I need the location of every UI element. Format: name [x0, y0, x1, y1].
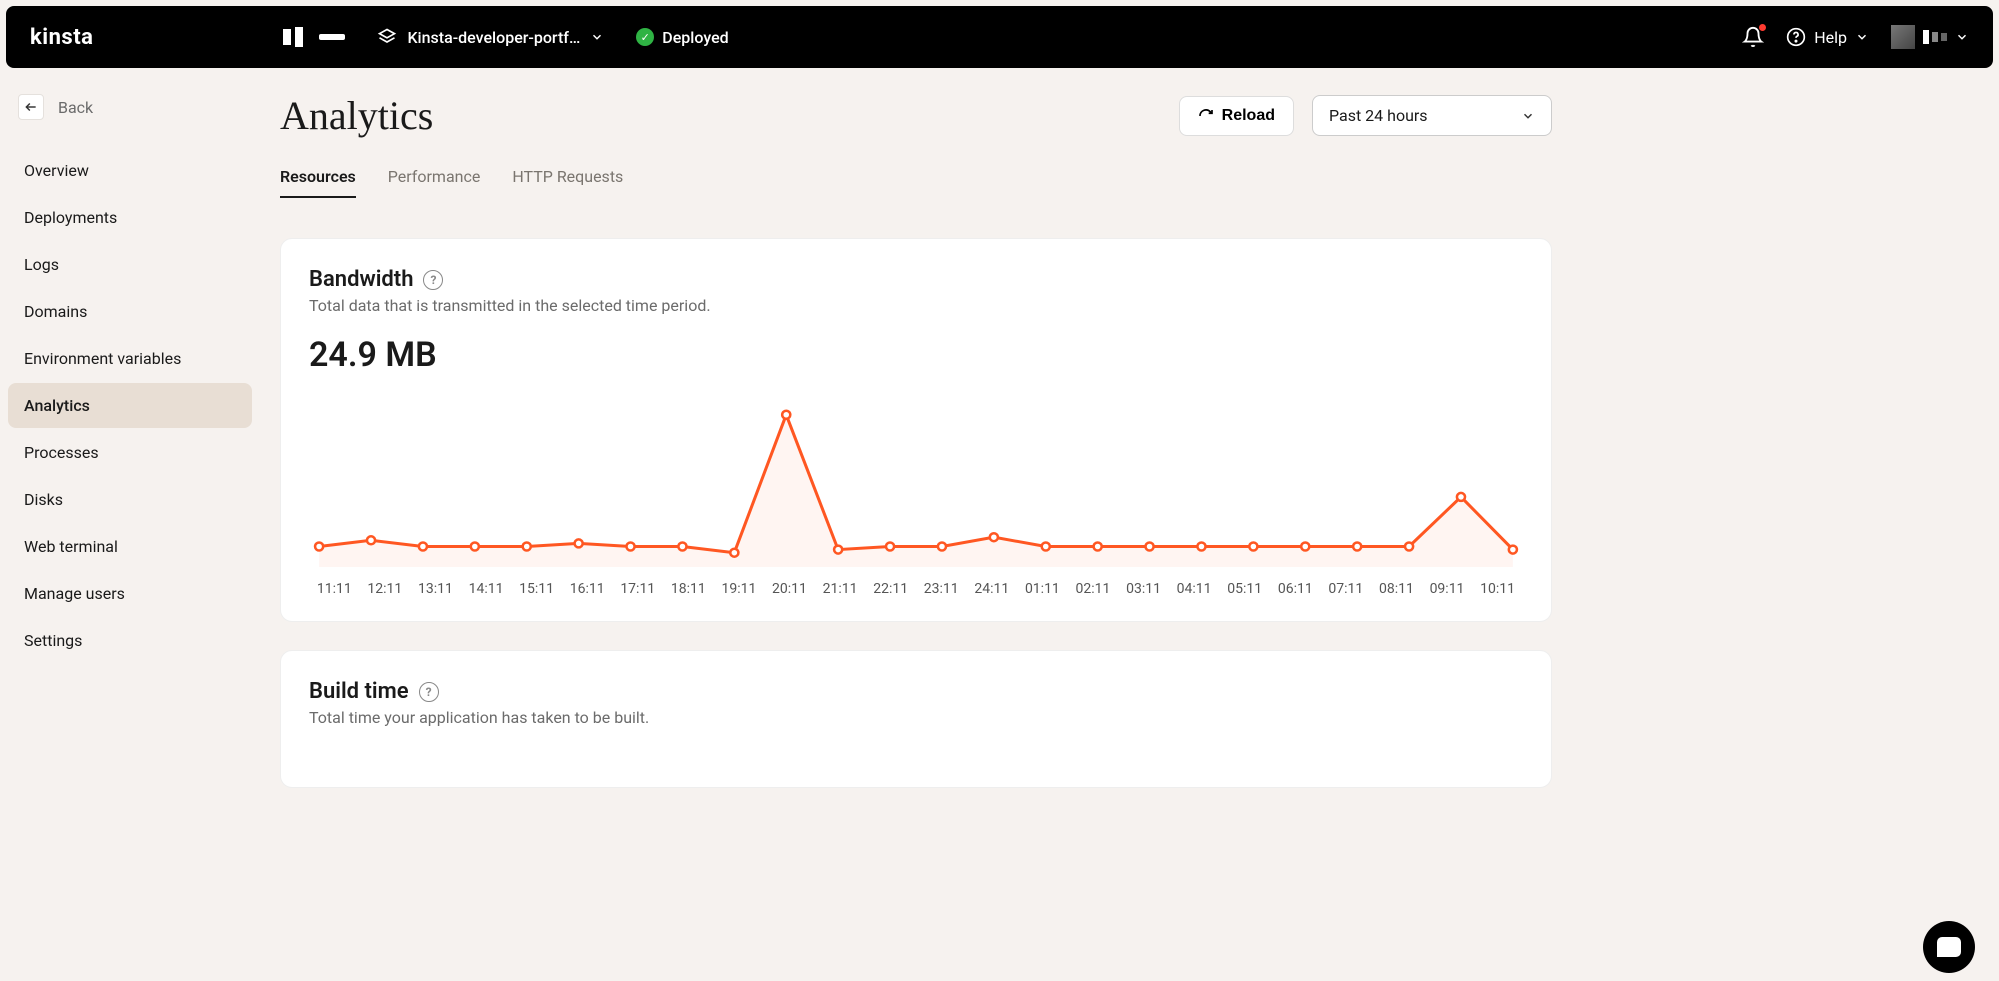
help-icon — [1786, 27, 1806, 47]
x-tick: 01:11 — [1017, 581, 1068, 597]
tab-performance[interactable]: Performance — [388, 157, 481, 198]
notifications-button[interactable] — [1742, 26, 1764, 48]
tab-http-requests[interactable]: HTTP Requests — [512, 157, 623, 198]
chevron-down-icon — [590, 30, 604, 44]
info-icon[interactable]: ? — [423, 270, 443, 290]
sidebar-item-logs[interactable]: Logs — [8, 242, 252, 287]
deploy-status: ✓ Deployed — [636, 28, 728, 47]
x-tick: 05:11 — [1219, 581, 1270, 597]
x-tick: 09:11 — [1422, 581, 1473, 597]
x-tick: 18:11 — [663, 581, 714, 597]
x-tick: 02:11 — [1068, 581, 1119, 597]
x-tick: 13:11 — [410, 581, 461, 597]
avatar — [1891, 25, 1915, 49]
status-ok-icon: ✓ — [636, 28, 654, 46]
back-label: Back — [58, 98, 93, 117]
x-tick: 11:11 — [309, 581, 360, 597]
bandwidth-value: 24.9 MB — [309, 335, 1523, 375]
status-text: Deployed — [662, 28, 728, 47]
page-title: Analytics — [280, 92, 433, 139]
help-menu[interactable]: Help — [1786, 27, 1869, 47]
x-tick: 07:11 — [1321, 581, 1372, 597]
sidebar-item-env-vars[interactable]: Environment variables — [8, 336, 252, 381]
x-tick: 08:11 — [1371, 581, 1422, 597]
main-content: Analytics Reload Past 24 hours Resources… — [260, 68, 1580, 856]
user-placeholder — [1923, 30, 1947, 44]
back-button[interactable] — [18, 94, 44, 120]
chat-icon — [1937, 937, 1961, 957]
sidebar-item-analytics[interactable]: Analytics — [8, 383, 252, 428]
info-icon[interactable]: ? — [419, 682, 439, 702]
reload-button[interactable]: Reload — [1179, 96, 1294, 136]
analytics-tabs: Resources Performance HTTP Requests — [280, 157, 1552, 198]
bandwidth-card: Bandwidth ? Total data that is transmitt… — [280, 238, 1552, 622]
buildtime-title: Build time — [309, 679, 409, 704]
topbar: kinsta Kinsta-developer-portf… ✓ Deploye… — [6, 6, 1993, 68]
buildtime-subtitle: Total time your application has taken to… — [309, 708, 1523, 727]
chevron-down-icon — [1855, 30, 1869, 44]
x-tick: 22:11 — [865, 581, 916, 597]
x-tick: 23:11 — [916, 581, 967, 597]
chevron-down-icon — [1521, 109, 1535, 123]
notification-badge — [1759, 24, 1766, 31]
x-tick: 12:11 — [360, 581, 411, 597]
reload-icon — [1198, 108, 1214, 124]
help-label: Help — [1814, 28, 1847, 47]
x-tick: 16:11 — [562, 581, 613, 597]
project-name: Kinsta-developer-portf… — [407, 28, 580, 47]
logo: kinsta — [30, 25, 93, 50]
x-tick: 03:11 — [1118, 581, 1169, 597]
x-tick: 24:11 — [967, 581, 1018, 597]
project-selector[interactable]: Kinsta-developer-portf… — [377, 27, 604, 47]
bandwidth-title: Bandwidth — [309, 267, 413, 292]
chevron-down-icon — [1955, 30, 1969, 44]
timerange-select[interactable]: Past 24 hours — [1312, 95, 1552, 136]
sidebar-item-settings[interactable]: Settings — [8, 618, 252, 663]
arrow-left-icon — [24, 100, 38, 114]
timerange-label: Past 24 hours — [1329, 106, 1428, 125]
chat-widget[interactable] — [1923, 921, 1975, 973]
x-tick: 20:11 — [764, 581, 815, 597]
tab-resources[interactable]: Resources — [280, 157, 356, 198]
bandwidth-x-axis: 11:1112:1113:1114:1115:1116:1117:1118:11… — [309, 575, 1523, 597]
bandwidth-chart — [309, 397, 1523, 567]
x-tick: 21:11 — [815, 581, 866, 597]
sidebar-item-disks[interactable]: Disks — [8, 477, 252, 522]
buildtime-card: Build time ? Total time your application… — [280, 650, 1552, 788]
x-tick: 14:11 — [461, 581, 512, 597]
x-tick: 04:11 — [1169, 581, 1220, 597]
sidebar-item-domains[interactable]: Domains — [8, 289, 252, 334]
reload-label: Reload — [1222, 107, 1275, 125]
sidebar-item-deployments[interactable]: Deployments — [8, 195, 252, 240]
stack-icon — [377, 27, 397, 47]
sidebar-item-overview[interactable]: Overview — [8, 148, 252, 193]
sidebar: Back Overview Deployments Logs Domains E… — [0, 68, 260, 856]
sidebar-item-web-terminal[interactable]: Web terminal — [8, 524, 252, 569]
workspace-icon-placeholder — [283, 27, 345, 47]
bandwidth-subtitle: Total data that is transmitted in the se… — [309, 296, 1523, 315]
x-tick: 10:11 — [1472, 581, 1523, 597]
sidebar-item-manage-users[interactable]: Manage users — [8, 571, 252, 616]
sidebar-item-processes[interactable]: Processes — [8, 430, 252, 475]
x-tick: 19:11 — [714, 581, 765, 597]
x-tick: 15:11 — [511, 581, 562, 597]
x-tick: 17:11 — [612, 581, 663, 597]
user-menu[interactable] — [1891, 25, 1969, 49]
x-tick: 06:11 — [1270, 581, 1321, 597]
